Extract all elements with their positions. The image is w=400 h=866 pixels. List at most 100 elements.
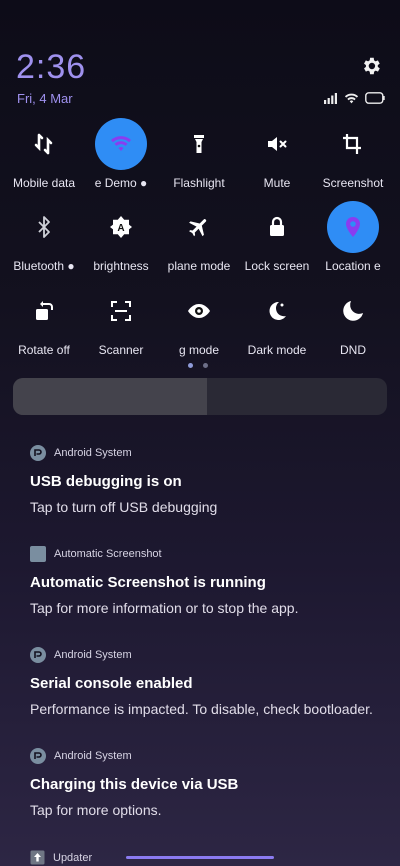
tile-icon-wrap (18, 285, 70, 337)
notification-app-name: Android System (54, 649, 132, 661)
notification-card[interactable]: Android System Charging this device via U… (30, 748, 380, 818)
tile-label: Lock screen (244, 259, 310, 273)
tile-icon-wrap (251, 285, 303, 337)
svg-text:A: A (117, 223, 124, 234)
tile-icon-wrap (95, 285, 147, 337)
tile-label: DND (340, 343, 366, 357)
quick-tile[interactable]: Mobile data (5, 118, 83, 194)
date: Fri, 4 Mar (17, 91, 73, 106)
tile-label: g mode (178, 343, 220, 357)
quick-tile[interactable]: Flashlight (160, 118, 238, 194)
notification-app-row: Android System (30, 748, 380, 764)
tile-label: Mobile data (12, 176, 76, 190)
notification-app-name: Automatic Screenshot (54, 548, 162, 560)
notification-text: Tap for more information or to stop the … (30, 600, 299, 616)
tile-label: plane mode (167, 259, 231, 273)
quick-tile[interactable]: Scanner (82, 285, 160, 361)
tile-icon-wrap (95, 118, 147, 170)
tile-icon-wrap (18, 118, 70, 170)
tile-label: brightness (93, 259, 149, 273)
brightness-slider[interactable] (13, 378, 387, 415)
quick-tile[interactable]: Location e (314, 201, 392, 277)
tile-icon-wrap (18, 201, 70, 253)
brightness-slider-fill (13, 378, 208, 415)
quick-tile[interactable]: Abrightness (82, 201, 160, 277)
tile-icon-wrap (173, 118, 225, 170)
drag-handle[interactable] (126, 856, 274, 859)
tile-label: Location e (325, 259, 381, 273)
tile-icon-wrap (327, 285, 379, 337)
notification-text: Tap to turn off USB debugging (30, 499, 218, 515)
android-system-icon (30, 748, 46, 764)
tile-icon-wrap (327, 201, 379, 253)
gear-icon[interactable] (360, 55, 382, 77)
quick-tile[interactable]: Screenshot (314, 118, 392, 194)
quick-tile[interactable]: Rotate off (5, 285, 83, 361)
tile-icon-wrap (327, 118, 379, 170)
quick-tile[interactable]: Bluetooth ● (5, 201, 83, 277)
notification-title: Automatic Screenshot is running (30, 574, 266, 591)
notification-app-row: Android System (30, 647, 380, 663)
rotate-icon (36, 301, 53, 320)
tile-label: Mute (263, 176, 291, 190)
tile-icon-wrap (173, 285, 225, 337)
notification-app-name: Android System (54, 447, 132, 459)
location-icon (346, 217, 360, 237)
quick-tile[interactable]: Dark mode (238, 285, 316, 361)
tile-label: Rotate off (18, 343, 70, 357)
battery-icon (365, 92, 385, 104)
moon-icon (343, 301, 363, 321)
quick-tile[interactable]: plane mode (160, 201, 238, 277)
crop-icon (343, 134, 361, 154)
android-system-icon (30, 445, 46, 461)
notification-title: Charging this device via USB (30, 776, 239, 793)
quick-tile[interactable]: g mode (160, 285, 238, 361)
tile-label: Dark mode (247, 343, 307, 357)
mobile-data-icon (34, 133, 53, 155)
notification-card[interactable]: Android System Serial console enabled Perf… (30, 647, 380, 717)
page-dot-1[interactable] (188, 363, 193, 368)
mute-icon (268, 137, 287, 151)
notification-app-row: Android System (30, 445, 380, 461)
notification-app-name: Android System (54, 750, 132, 762)
dark-mode-icon (269, 301, 286, 320)
wifi-status-icon (344, 93, 359, 104)
tile-icon-wrap (173, 201, 225, 253)
notification-app-row: Automatic Screenshot (30, 546, 380, 562)
quick-tile[interactable]: Lock screen (238, 201, 316, 277)
page-indicator (188, 363, 208, 368)
eye-icon (188, 304, 210, 318)
notification-card[interactable]: Android System USB debugging is on Tap to … (30, 445, 380, 515)
notification-card[interactable]: Automatic Screenshot Automatic Screenshot… (30, 546, 380, 616)
updater-notification-header[interactable]: Updater (30, 850, 92, 865)
lock-icon (270, 216, 284, 236)
notification-title: Serial console enabled (30, 675, 193, 692)
android-system-icon (30, 647, 46, 663)
auto-brightness-icon: A (110, 216, 132, 238)
scanner-icon (111, 301, 131, 321)
tile-label: Bluetooth ● (13, 259, 75, 273)
quick-tile[interactable]: e Demo ● (82, 118, 160, 194)
notification-text: Tap for more options. (30, 802, 162, 818)
notification-text: Performance is impacted. To disable, che… (30, 701, 373, 717)
tile-label: Screenshot (322, 176, 384, 190)
tile-label: Scanner (98, 343, 144, 357)
page-dot-2[interactable] (203, 363, 208, 368)
bluetooth-icon (38, 216, 50, 238)
quick-tile[interactable]: Mute (238, 118, 316, 194)
notification-title: USB debugging is on (30, 473, 182, 490)
updater-app-name: Updater (53, 851, 93, 864)
app-square-icon (30, 546, 46, 562)
airplane-icon (189, 219, 207, 237)
flashlight-icon (194, 135, 204, 153)
tile-icon-wrap (251, 201, 303, 253)
quick-tile[interactable]: DND (314, 285, 392, 361)
tile-label: Flashlight (173, 176, 225, 190)
tile-icon-wrap (251, 118, 303, 170)
signal-icon (324, 92, 337, 104)
wifi-icon (111, 136, 131, 151)
status-bar (324, 92, 385, 104)
updater-icon (30, 850, 45, 865)
clock: 2:36 (16, 48, 87, 86)
tile-icon-wrap: A (95, 201, 147, 253)
